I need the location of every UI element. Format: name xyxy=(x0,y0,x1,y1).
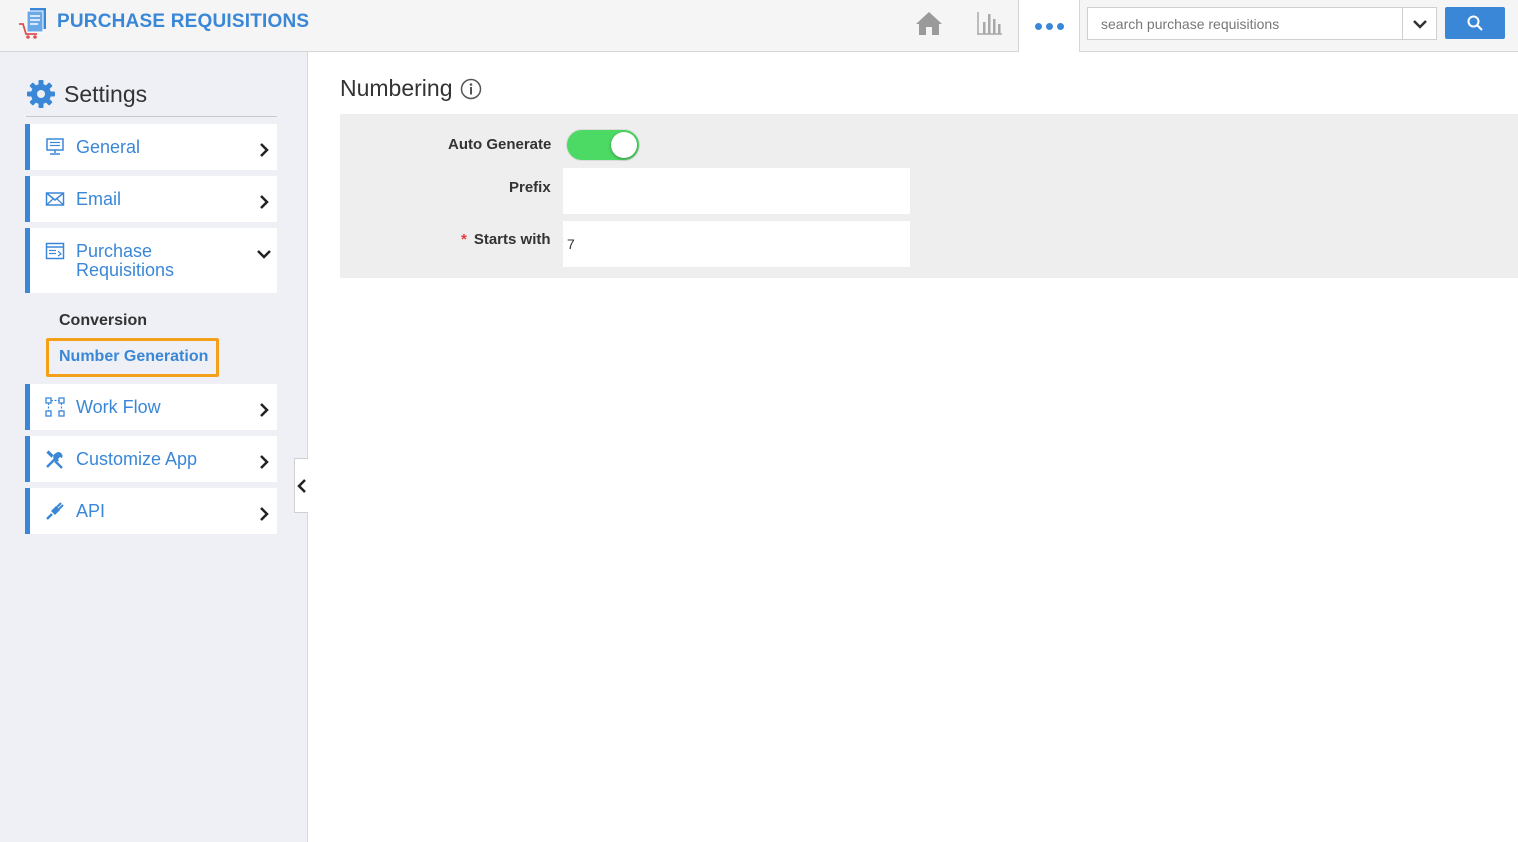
prefix-label: Prefix xyxy=(509,179,551,196)
search-box xyxy=(1087,7,1403,40)
auto-generate-label: Auto Generate xyxy=(448,136,552,153)
form-icon xyxy=(44,241,66,261)
sidebar-item-label: Purchase Requisitions xyxy=(76,241,175,280)
chevron-down-icon xyxy=(1412,19,1427,29)
sidebar-item-label: Email xyxy=(76,189,122,209)
starts-with-input[interactable] xyxy=(563,221,910,267)
app-logo-icon xyxy=(18,6,50,40)
chevron-right-icon xyxy=(260,143,269,157)
sidebar-item-customize-app[interactable]: Customize App xyxy=(25,436,277,482)
sidebar-item-label: General xyxy=(76,137,141,157)
top-header: PURCHASE REQUISITIONS xyxy=(0,0,1518,52)
workflow-icon xyxy=(44,397,66,417)
more-icon[interactable] xyxy=(1018,0,1080,52)
search-icon xyxy=(1467,15,1483,31)
sidebar-item-label: Customize App xyxy=(76,449,198,469)
settings-header: Settings xyxy=(26,78,147,110)
chevron-left-icon xyxy=(296,478,306,493)
page-title: Numbering xyxy=(340,75,453,101)
sidebar-item-api[interactable]: API xyxy=(25,488,277,534)
starts-with-label: Starts with xyxy=(473,231,551,248)
settings-sidebar: Settings General Email Purchase Requisit… xyxy=(0,52,308,842)
gear-icon xyxy=(27,80,55,108)
sidebar-collapse-button[interactable] xyxy=(294,458,308,513)
envelope-icon xyxy=(44,189,66,209)
tools-icon xyxy=(44,449,66,469)
chevron-right-icon xyxy=(260,195,269,209)
bar-chart-icon[interactable] xyxy=(974,8,1004,38)
sidebar-item-general[interactable]: General xyxy=(25,124,277,170)
home-icon[interactable] xyxy=(914,8,944,38)
chevron-right-icon xyxy=(260,403,269,417)
search-dropdown-button[interactable] xyxy=(1402,7,1437,40)
auto-generate-toggle[interactable] xyxy=(566,129,640,161)
sidebar-item-label: Work Flow xyxy=(76,397,161,417)
divider xyxy=(26,116,277,117)
sidebar-subitem-number-generation[interactable]: Number Generation xyxy=(59,348,208,366)
search-button[interactable] xyxy=(1445,7,1505,39)
settings-title: Settings xyxy=(64,80,148,107)
chevron-down-icon xyxy=(257,250,271,259)
required-marker: * xyxy=(461,231,467,248)
chevron-right-icon xyxy=(260,455,269,469)
toggle-knob xyxy=(611,132,637,158)
sidebar-item-purchase-requisitions[interactable]: Purchase Requisitions xyxy=(25,228,277,293)
chevron-right-icon xyxy=(260,507,269,521)
sidebar-item-label: API xyxy=(76,501,106,521)
sidebar-item-work-flow[interactable]: Work Flow xyxy=(25,384,277,430)
monitor-icon xyxy=(44,137,66,157)
prefix-input[interactable] xyxy=(563,168,910,214)
app-title: PURCHASE REQUISITIONS xyxy=(57,11,310,32)
info-icon[interactable] xyxy=(460,78,482,100)
sidebar-subitem-conversion[interactable]: Conversion xyxy=(59,312,147,330)
sidebar-item-email[interactable]: Email xyxy=(25,176,277,222)
starts-with-label-row: * Starts with xyxy=(461,231,551,248)
search-input[interactable] xyxy=(1088,8,1403,39)
page-title-row: Numbering xyxy=(340,75,482,102)
plug-icon xyxy=(44,501,66,521)
